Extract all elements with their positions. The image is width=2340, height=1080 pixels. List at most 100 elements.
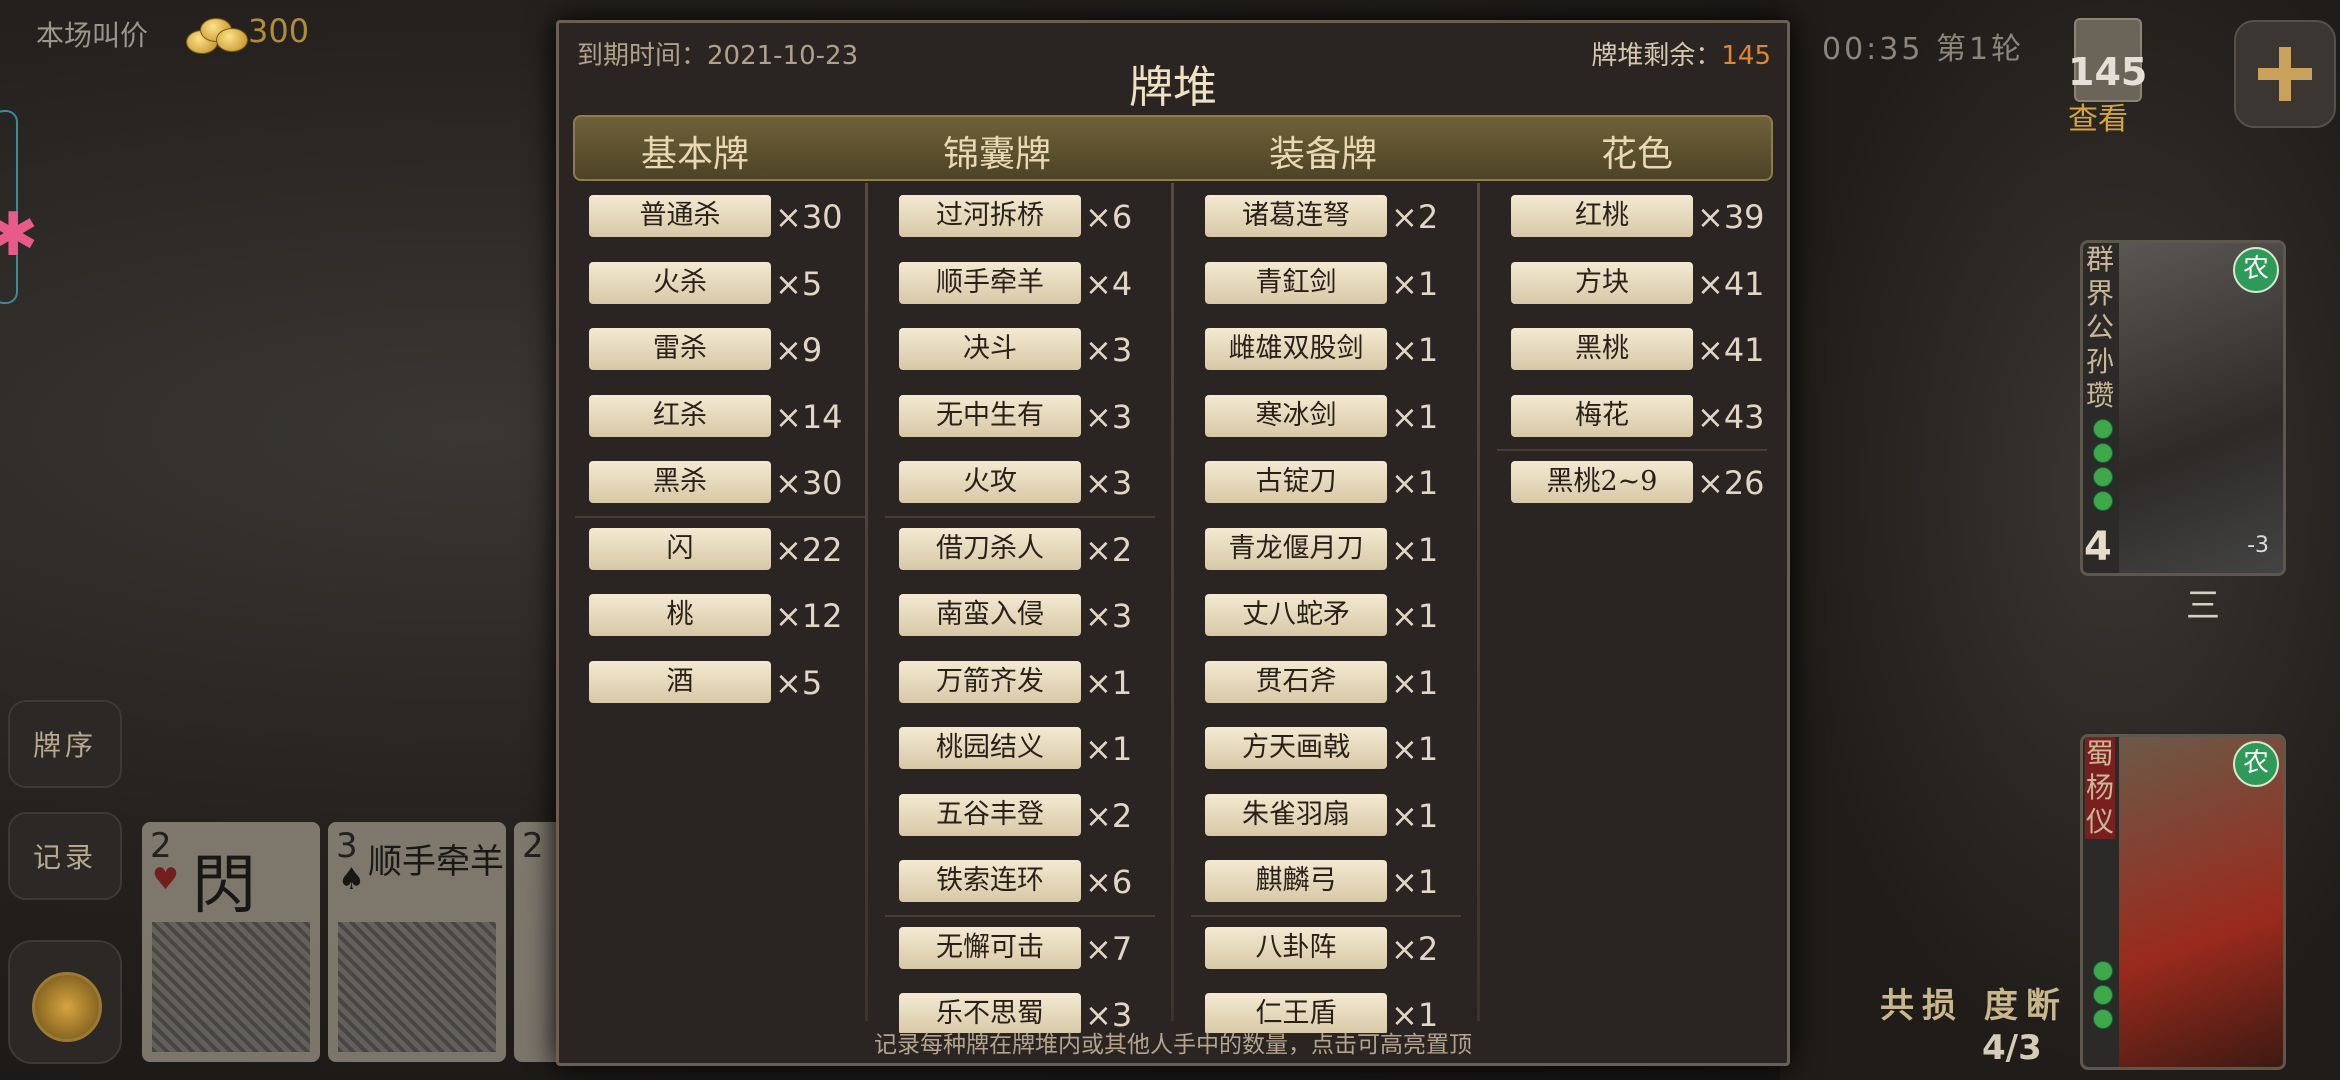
card-name-button[interactable]: 麒麟弓 — [1205, 860, 1387, 902]
star-icon[interactable]: ✱ — [0, 200, 38, 270]
heart-icon: ♥ — [152, 862, 179, 897]
hp-icon — [2093, 961, 2113, 981]
card-name-button[interactable]: 方天画戟 — [1205, 727, 1387, 769]
card-art — [152, 922, 310, 1052]
card-name-button[interactable]: 丈八蛇矛 — [1205, 594, 1387, 636]
card-name-button[interactable]: 南蛮入侵 — [899, 594, 1081, 636]
column-header-equipment[interactable]: 装备牌 — [1193, 125, 1453, 177]
card-name-button[interactable]: 黑杀 — [589, 461, 771, 503]
card-name-button[interactable]: 诸葛连弩 — [1205, 195, 1387, 237]
card-name-button[interactable]: 梅花 — [1511, 394, 1693, 437]
card-count: ×7 — [1085, 929, 1133, 968]
card-list-area[interactable]: 普通杀 ×30 火杀 ×5 雷杀 ×9 红杀 ×14 黑杀 ×30 闪 ×22 桃 ×12 酒 ×5 过河拆桥… — [559, 183, 1787, 1033]
card-count: ×3 — [1085, 597, 1133, 635]
card-order-label: 牌序 — [32, 729, 97, 762]
spade-icon: ♠ — [338, 862, 365, 897]
column-header-suits[interactable]: 花色 — [1507, 125, 1767, 177]
card-name-button[interactable]: 方块 — [1511, 261, 1693, 304]
bid-label: 本场叫价 — [36, 19, 149, 52]
card-count: ×30 — [775, 464, 843, 502]
card-name-button[interactable]: 八卦阵 — [1205, 926, 1387, 969]
judge-count: 4/3 — [1982, 1028, 2042, 1068]
card-count: ×1 — [1391, 863, 1439, 901]
card-name-button[interactable]: 万箭齐发 — [899, 660, 1081, 703]
card-count: ×9 — [775, 331, 823, 369]
card-name-button[interactable]: 借刀杀人 — [899, 527, 1081, 570]
group-separator — [1191, 914, 1461, 917]
card-name-button[interactable]: 铁索连环 — [899, 860, 1081, 902]
hp-icon — [2093, 443, 2113, 463]
card-count: ×41 — [1697, 264, 1765, 303]
card-number: 3 — [336, 826, 358, 866]
column-header-basic[interactable]: 基本牌 — [565, 125, 825, 177]
card-number: 2 — [150, 826, 172, 866]
card-name-button[interactable]: 雌雄双股剑 — [1205, 328, 1387, 370]
dialog-footnote: 记录每种牌在牌堆内或其他人手中的数量，点击可高亮置顶 — [874, 1032, 1472, 1058]
card-order-button[interactable]: 牌序 — [8, 700, 122, 788]
hero-name: 群界公孙瓒 — [2085, 243, 2114, 412]
card-name-button[interactable]: 青龙偃月刀 — [1205, 527, 1387, 570]
card-name-button[interactable]: 黑桃 — [1511, 328, 1693, 370]
card-name-button[interactable]: 酒 — [589, 660, 771, 703]
card-count: ×3 — [1085, 464, 1133, 502]
card-name: 閃 — [192, 849, 256, 923]
deck-view-link[interactable]: 查看 — [2068, 94, 2128, 138]
card-name-button[interactable]: 过河拆桥 — [899, 195, 1081, 237]
card-name-button[interactable]: 火杀 — [589, 261, 771, 304]
card-name-button[interactable]: 红杀 — [589, 394, 771, 437]
card-name-button[interactable]: 决斗 — [899, 328, 1081, 370]
card-name-button[interactable]: 贯石斧 — [1205, 660, 1387, 703]
hero-name: 蜀杨仪 — [2085, 737, 2115, 839]
card-name-button[interactable]: 朱雀羽扇 — [1205, 793, 1387, 836]
card-name-button[interactable]: 红桃 — [1511, 195, 1693, 237]
card-name: 顺手牵羊 — [368, 842, 504, 882]
round-timer: 00:35 第1轮 — [1822, 32, 2025, 67]
card-name-button[interactable]: 雷杀 — [589, 328, 771, 370]
hand-card[interactable]: 2 ♥ 閃 — [142, 822, 320, 1062]
hp-icon — [2093, 985, 2113, 1005]
hero-card[interactable]: 蜀杨仪 农 — [2080, 734, 2286, 1070]
card-name-button[interactable]: 桃园结义 — [899, 727, 1081, 769]
card-count: ×41 — [1697, 331, 1765, 369]
card-count: ×43 — [1697, 397, 1765, 436]
plus-button[interactable] — [2234, 20, 2336, 128]
card-count: ×2 — [1391, 198, 1439, 236]
card-name-button[interactable]: 古锭刀 — [1205, 461, 1387, 503]
dialog-title: 牌堆 — [1129, 62, 1217, 113]
card-count: ×5 — [775, 663, 823, 702]
card-count: ×1 — [1391, 796, 1439, 835]
record-button[interactable]: 记录 — [8, 812, 122, 900]
role-badge: 农 — [2233, 741, 2279, 787]
card-count: ×2 — [1085, 530, 1133, 569]
card-name-button[interactable]: 黑桃2~9 — [1511, 461, 1693, 503]
card-count: ×26 — [1697, 464, 1765, 502]
group-separator — [575, 515, 865, 518]
card-count: ×6 — [1085, 198, 1133, 236]
card-name-button[interactable]: 火攻 — [899, 461, 1081, 503]
card-name-button[interactable]: 青釭剑 — [1205, 261, 1387, 304]
card-count: ×1 — [1391, 730, 1439, 768]
card-name-button[interactable]: 五谷丰登 — [899, 793, 1081, 836]
card-count: ×2 — [1391, 929, 1439, 968]
card-count: ×1 — [1391, 663, 1439, 702]
card-count: ×4 — [1085, 264, 1133, 303]
card-count: ×1 — [1391, 597, 1439, 635]
hand-card[interactable]: 3 ♠ 顺手牵羊 — [328, 822, 506, 1062]
hero-mark: 三 — [2186, 586, 2220, 626]
card-count: ×39 — [1697, 198, 1765, 236]
column-header-tricks[interactable]: 锦囊牌 — [867, 125, 1127, 177]
card-name-button[interactable]: 普通杀 — [589, 195, 771, 237]
card-name-button[interactable]: 寒冰剑 — [1205, 394, 1387, 437]
hp-icon — [2093, 1009, 2113, 1029]
card-name-button[interactable]: 闪 — [589, 527, 771, 570]
card-name-button[interactable]: 无中生有 — [899, 394, 1081, 437]
card-count: ×5 — [775, 264, 823, 303]
emote-button[interactable] — [8, 940, 122, 1064]
card-name-button[interactable]: 顺手牵羊 — [899, 261, 1081, 304]
card-count: ×1 — [1391, 530, 1439, 569]
card-name-button[interactable]: 无懈可击 — [899, 926, 1081, 969]
card-count: ×3 — [1085, 397, 1133, 436]
card-name-button[interactable]: 桃 — [589, 594, 771, 636]
hp-icon — [2093, 419, 2113, 439]
record-label: 记录 — [32, 841, 97, 874]
